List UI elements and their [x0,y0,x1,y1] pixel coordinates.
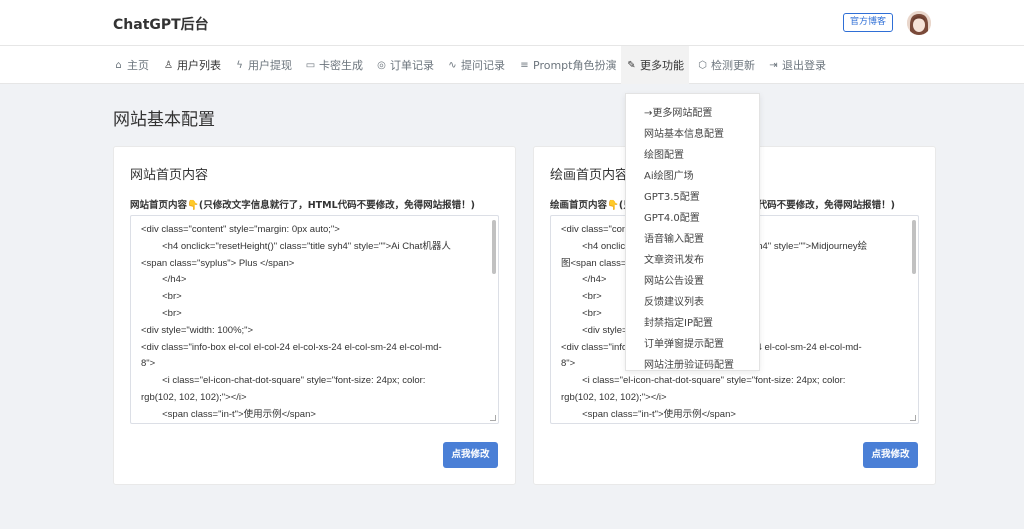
homepage-content-card: 网站首页内容 网站首页内容👇(只修改文字信息就行了，HTML代码不要修改，免得网… [113,146,516,485]
nav-item-questions[interactable]: ∿ 提问记录 [447,46,505,84]
card-title: 网站首页内容 [130,168,209,183]
nav-item-orders[interactable]: ◎ 订单记录 [376,46,434,84]
html-content-textarea[interactable]: <div class="content" style="margin: 0px … [130,215,499,424]
code-line: <span class="in-t">使用示例</span> [141,408,316,420]
note-prefix: 网站首页内容 [130,200,188,211]
nav-item-home[interactable]: ⌂ 主页 [113,46,149,84]
nav-item-user-list[interactable]: ♙ 用户列表 [163,46,221,84]
nav-item-user-withdraw[interactable]: ϟ 用户提现 [234,46,292,84]
code-line: <div style="width: 100%;"> [141,324,254,336]
dropdown-item-more-site-config[interactable]: →更多网站配置 [644,104,712,119]
nav-item-more-features[interactable]: ✎ 更多功能 [621,46,689,84]
dropdown-item-gpt35-config[interactable]: GPT3.5配置 [644,188,700,203]
dropdown-item-site-basic-info[interactable]: 网站基本信息配置 [644,125,724,140]
nav-label: Prompt角色扮演 [533,59,617,72]
note-prefix: 绘画首页内容 [550,200,608,211]
user-icon: ♙ [164,59,173,71]
avatar[interactable] [907,11,931,35]
app-brand[interactable]: ChatGPT后台 [113,14,209,34]
code-line: <div class="info-box el-col el-col-24 el… [141,341,442,353]
dropdown-item-gpt40-config[interactable]: GPT4.0配置 [644,209,700,224]
dropdown-item-article-publish[interactable]: 文章资讯发布 [644,251,704,266]
nav-label: 卡密生成 [319,59,363,72]
nav-label: 检测更新 [711,59,755,72]
resize-grip-icon[interactable] [490,415,496,421]
code-line: <br> [141,307,182,319]
code-line: <span class="in-t">使用示例</span> [561,408,736,420]
nav-item-logout[interactable]: ⇥ 退出登录 [768,46,826,84]
dropdown-item-ai-drawing-square[interactable]: Ai绘图广场 [644,167,694,182]
dropdown-item-site-announcement[interactable]: 网站公告设置 [644,272,704,287]
nav-label: 主页 [127,59,149,72]
code-line: 8"> [141,358,156,370]
nav-item-card-generate[interactable]: ▭ 卡密生成 [305,46,363,84]
nav-label: 用户提现 [248,59,292,72]
code-line: <div class="content" style="margin: 0px … [141,224,340,235]
bolt-icon: ϟ [236,59,243,71]
main-nav: ⌂ 主页 ♙ 用户列表 ϟ 用户提现 ▭ 卡密生成 ◎ 订单记录 ∿ 提问记录 … [0,46,1024,84]
check-circle-icon: ◎ [377,59,386,71]
dropdown-item-order-popup-config[interactable]: 订单弹窗提示配置 [644,335,724,350]
top-bar: ChatGPT后台 官方博客 [0,0,1024,46]
nav-item-check-update[interactable]: ⬡ 检测更新 [697,46,755,84]
home-icon: ⌂ [115,59,122,71]
database-icon: ≡ [520,59,529,71]
save-drawing-button[interactable]: 点我修改 [863,442,918,468]
nav-label: 订单记录 [390,59,434,72]
card-title: 绘画首页内容 [550,168,629,183]
dropdown-item-register-captcha-config[interactable]: 网站注册验证码配置 [644,356,734,371]
official-blog-button[interactable]: 官方博客 [843,13,894,32]
code-line: <i class="el-icon-chat-dot-square" style… [141,375,426,387]
code-line: rgb(102, 102, 102);"></i> [561,391,667,403]
card-note: 网站首页内容👇(只修改文字信息就行了，HTML代码不要修改，免得网站报错！) [130,197,510,211]
calendar-icon: ▭ [305,59,316,71]
logout-icon: ⇥ [769,59,778,71]
code-line: <i class="el-icon-chat-dot-square" style… [561,375,846,387]
page-title: 网站基本配置 [113,110,215,130]
box-icon: ⬡ [698,59,707,71]
nav-label: 用户列表 [177,59,221,72]
save-homepage-button[interactable]: 点我修改 [443,442,498,468]
more-features-dropdown: →更多网站配置 网站基本信息配置 绘图配置 Ai绘图广场 GPT3.5配置 GP… [625,93,760,371]
dropdown-item-drawing-config[interactable]: 绘图配置 [644,146,684,161]
code-line: <h4 onclick="resetHeight()" class="title… [141,240,451,252]
resize-grip-icon[interactable] [910,415,916,421]
dropdown-item-ip-ban-config[interactable]: 封禁指定IP配置 [644,314,713,329]
dropdown-item-feedback-list[interactable]: 反馈建议列表 [644,293,704,308]
code-line: <br> [141,291,182,303]
nav-label: 更多功能 [640,59,684,72]
textarea-scrollbar[interactable] [492,220,496,274]
code-line: </h4> [141,274,187,286]
nav-label: 退出登录 [782,59,826,72]
code-line: rgb(102, 102, 102);"></i> [141,391,247,403]
textarea-scrollbar[interactable] [912,220,916,274]
pointing-hand-icon: 👇 [607,200,619,211]
nav-item-prompt-roles[interactable]: ≡ Prompt角色扮演 [519,46,616,84]
pointing-hand-icon: 👇 [187,200,199,211]
nav-label: 提问记录 [461,59,505,72]
pen-icon: ✎ [627,59,636,71]
code-line: <span class="syplus"> Plus </span> [141,257,295,269]
activity-icon: ∿ [448,59,457,71]
code-lines: <div class="content" style="margin: 0px … [141,222,486,423]
dropdown-item-voice-input-config[interactable]: 语音输入配置 [644,230,704,245]
avatar-image-icon [907,11,931,35]
note-warning: (只修改文字信息就行了，HTML代码不要修改，免得网站报错！) [198,200,475,211]
